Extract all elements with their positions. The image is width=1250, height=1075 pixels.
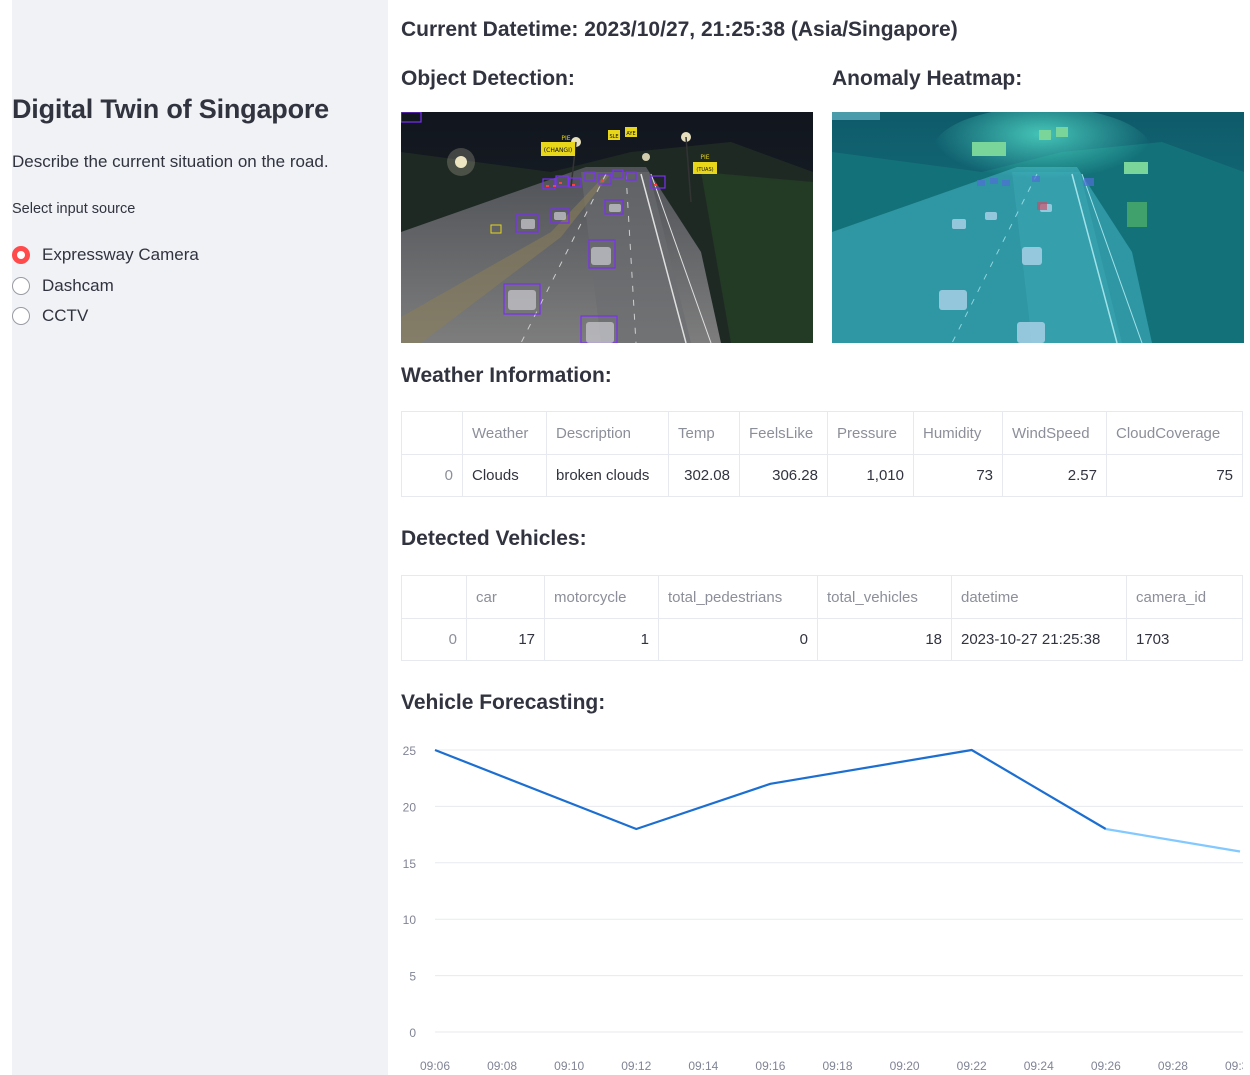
- x-tick-label: 09:18: [822, 1059, 852, 1073]
- x-tick-label: 09:22: [957, 1059, 987, 1073]
- x-tick-label: 09:12: [621, 1059, 651, 1073]
- sidebar: Digital Twin of Singapore Describe the c…: [12, 0, 388, 1075]
- column-header[interactable]: total_vehicles: [817, 575, 952, 619]
- table-header-row: Weather Description Temp FeelsLike Press…: [401, 411, 1243, 455]
- sign-label: AYE: [626, 131, 635, 137]
- detected-vehicles-title: Detected Vehicles:: [401, 527, 587, 550]
- table-cell[interactable]: 2.57: [1002, 454, 1107, 497]
- column-header[interactable]: CloudCoverage: [1106, 411, 1243, 455]
- table-row: 0 17 1 0 18 2023-10-27 21:25:38 1703: [401, 618, 1243, 661]
- table-cell[interactable]: 1: [544, 618, 659, 661]
- column-header[interactable]: total_pedestrians: [658, 575, 818, 619]
- x-tick-label: 09:08: [487, 1059, 517, 1073]
- radio-expressway-camera[interactable]: Expressway Camera: [12, 240, 199, 271]
- series-line: [434, 748, 1107, 831]
- column-header[interactable]: car: [466, 575, 545, 619]
- sign-label: (CHANGI): [544, 147, 572, 154]
- x-tick-label: 09:16: [755, 1059, 785, 1073]
- table-cell[interactable]: Clouds: [462, 454, 547, 497]
- table-cell[interactable]: 0: [401, 454, 463, 497]
- object-detection-image: (CHANGI) PIE SLE AYE PIE (TUAS): [401, 112, 813, 343]
- weather-table[interactable]: Weather Description Temp FeelsLike Press…: [401, 411, 1243, 497]
- column-header[interactable]: Humidity: [913, 411, 1003, 455]
- sign-label: (TUAS): [696, 167, 713, 173]
- x-tick-label: 09:14: [688, 1059, 718, 1073]
- input-source-label: Select input source: [12, 201, 136, 217]
- table-cell[interactable]: 1,010: [827, 454, 914, 497]
- sidebar-title: Digital Twin of Singapore: [12, 94, 329, 124]
- sign-label: SLE: [609, 134, 618, 140]
- column-header[interactable]: Temp: [668, 411, 740, 455]
- column-header-index[interactable]: [401, 575, 467, 619]
- y-tick-label: 5: [409, 970, 416, 984]
- input-source-radio-group: Expressway Camera Dashcam CCTV: [12, 240, 199, 332]
- series-line: [1105, 827, 1241, 853]
- sign-label: PIE: [700, 154, 709, 161]
- table-cell[interactable]: 0: [658, 618, 818, 661]
- column-header[interactable]: datetime: [951, 575, 1127, 619]
- table-header-row: car motorcycle total_pedestrians total_v…: [401, 575, 1243, 619]
- table-cell[interactable]: 0: [401, 618, 467, 661]
- column-header-index[interactable]: [401, 411, 463, 455]
- current-datetime: Current Datetime: 2023/10/27, 21:25:38 (…: [401, 18, 958, 41]
- radio-unchecked-icon[interactable]: [12, 276, 30, 295]
- y-tick-label: 10: [403, 913, 417, 927]
- anomaly-heatmap-image: [832, 112, 1244, 343]
- table-cell[interactable]: 75: [1106, 454, 1243, 497]
- column-header[interactable]: WindSpeed: [1002, 411, 1107, 455]
- anomaly-heatmap-title: Anomaly Heatmap:: [832, 67, 1023, 90]
- column-header[interactable]: Pressure: [827, 411, 914, 455]
- x-tick-label: 09:24: [1024, 1059, 1054, 1073]
- radio-label[interactable]: Expressway Camera: [42, 245, 199, 265]
- table-row: 0 Clouds broken clouds 302.08 306.28 1,0…: [401, 454, 1243, 497]
- y-tick-label: 25: [403, 744, 417, 758]
- x-tick-label: 09:26: [1091, 1059, 1121, 1073]
- table-cell[interactable]: 17: [466, 618, 545, 661]
- table-cell[interactable]: 2023-10-27 21:25:38: [951, 618, 1127, 661]
- y-tick-label: 0: [409, 1026, 416, 1040]
- column-header[interactable]: Weather: [462, 411, 547, 455]
- column-header[interactable]: motorcycle: [544, 575, 659, 619]
- table-cell[interactable]: broken clouds: [546, 454, 669, 497]
- radio-cctv[interactable]: CCTV: [12, 301, 199, 332]
- radio-checked-icon[interactable]: [12, 246, 30, 265]
- sidebar-description: Describe the current situation on the ro…: [12, 152, 329, 171]
- object-detection-title: Object Detection:: [401, 67, 575, 90]
- column-header[interactable]: Description: [546, 411, 669, 455]
- table-cell[interactable]: 302.08: [668, 454, 740, 497]
- sign-label: PIE: [561, 135, 570, 142]
- column-header[interactable]: camera_id: [1126, 575, 1243, 619]
- column-header[interactable]: FeelsLike: [739, 411, 828, 455]
- table-cell[interactable]: 73: [913, 454, 1003, 497]
- y-tick-label: 20: [403, 800, 417, 814]
- radio-dashcam[interactable]: Dashcam: [12, 271, 199, 302]
- x-tick-label: 09:30: [1225, 1059, 1243, 1073]
- table-cell[interactable]: 306.28: [739, 454, 828, 497]
- x-tick-label: 09:20: [890, 1059, 920, 1073]
- weather-title: Weather Information:: [401, 364, 612, 387]
- x-tick-label: 09:10: [554, 1059, 584, 1073]
- radio-label[interactable]: CCTV: [42, 306, 88, 326]
- y-tick-label: 15: [403, 857, 417, 871]
- vehicle-forecasting-title: Vehicle Forecasting:: [401, 691, 606, 714]
- radio-label[interactable]: Dashcam: [42, 276, 114, 296]
- radio-unchecked-icon[interactable]: [12, 307, 30, 326]
- forecast-chart-svg[interactable]: 0 5 10 15 20 25 09:06 09:08 09:10 09:12 09:14 09:16…: [401, 730, 1250, 1075]
- x-tick-label: 09:28: [1158, 1059, 1188, 1073]
- x-tick-label: 09:06: [420, 1059, 450, 1073]
- vehicle-forecast-chart[interactable]: 0 5 10 15 20 25 09:06 09:08 09:10 09:12 09:14 09:16…: [401, 730, 1250, 1075]
- table-cell[interactable]: 1703: [1126, 618, 1243, 661]
- vehicles-table[interactable]: car motorcycle total_pedestrians total_v…: [401, 575, 1243, 661]
- table-cell[interactable]: 18: [817, 618, 952, 661]
